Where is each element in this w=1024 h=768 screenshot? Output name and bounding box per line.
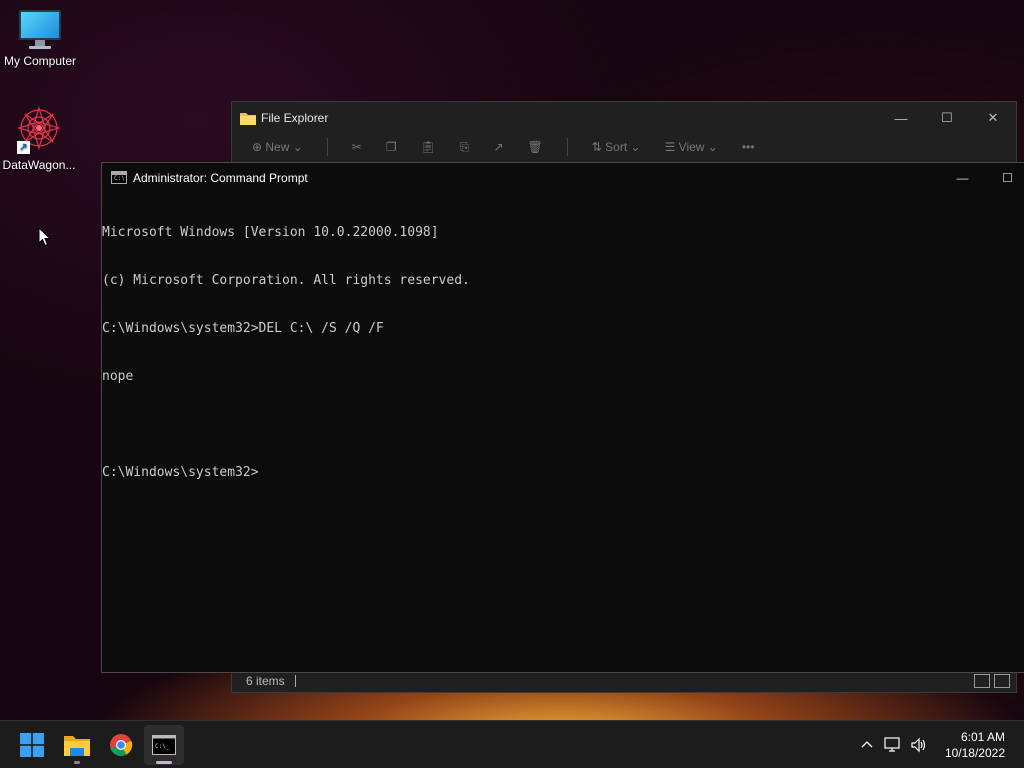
cut-icon[interactable]: ✂ [352, 140, 362, 154]
network-icon[interactable] [881, 733, 905, 757]
mouse-cursor-icon [38, 227, 52, 247]
explorer-statusbar: 6 items [232, 670, 1016, 692]
close-button[interactable]: ✕ [970, 102, 1016, 134]
svg-text:C:\_: C:\_ [155, 743, 170, 750]
more-options-button[interactable]: ••• [742, 140, 755, 154]
computer-icon [18, 10, 62, 50]
taskbar-command-prompt[interactable]: C:\_ [144, 725, 184, 765]
rename-icon[interactable]: ⎘ [460, 140, 470, 155]
explorer-title: File Explorer [261, 111, 329, 125]
start-button[interactable] [12, 725, 52, 765]
explorer-titlebar[interactable]: File Explorer — ☐ ✕ [232, 102, 1016, 134]
tiles-view-button[interactable] [994, 674, 1010, 688]
windows-logo-icon [20, 733, 44, 757]
new-button[interactable]: ⊕ New ⌄ [252, 140, 303, 154]
console-line: (c) Microsoft Corporation. All rights re… [102, 273, 470, 288]
paste-icon[interactable]: 📋︎ [421, 140, 436, 154]
clock-time: 6:01 AM [960, 730, 1005, 744]
shortcut-arrow-icon: ↗ [17, 141, 30, 154]
console-line: nope [102, 369, 134, 384]
explorer-toolbar: ⊕ New ⌄ ✂ ❐ 📋︎ ⎘ ↗ 🗑︎ ⇅ Sort ⌄ ☰ View ⌄ … [232, 134, 1016, 160]
console-line: Microsoft Windows [Version 10.0.22000.10… [102, 225, 439, 240]
clock-date: 10/18/2022 [944, 746, 1005, 760]
view-button[interactable]: ☰ View ⌄ [665, 140, 718, 154]
taskbar-chrome[interactable] [101, 725, 141, 765]
terminal-icon: C:\_ [152, 735, 176, 755]
command-prompt-window[interactable]: C:\ Administrator: Command Prompt — ☐ Mi… [101, 162, 1024, 673]
console-output[interactable]: Microsoft Windows [Version 10.0.22000.10… [102, 192, 1024, 513]
minimize-button[interactable]: — [940, 163, 985, 192]
taskbar-file-explorer[interactable] [57, 725, 97, 765]
volume-icon[interactable] [907, 733, 931, 757]
cmd-title: Administrator: Command Prompt [133, 170, 308, 185]
datawagon-icon: ↗ [15, 105, 63, 154]
maximize-button[interactable]: ☐ [985, 163, 1024, 192]
chevron-up-icon[interactable] [855, 733, 879, 757]
item-count: 6 items [246, 674, 285, 688]
desktop-icon-label: My Computer [3, 54, 77, 68]
system-tray: 6:01 AM 10/18/2022 [855, 721, 1024, 768]
taskbar: C:\_ 6:01 AM 10/18/2022 [0, 720, 1024, 768]
folder-icon [64, 736, 90, 756]
folder-icon [240, 112, 256, 125]
clock[interactable]: 6:01 AM 10/18/2022 [945, 729, 1005, 761]
minimize-button[interactable]: — [878, 102, 924, 134]
details-view-button[interactable] [974, 674, 990, 688]
sort-button[interactable]: ⇅ Sort ⌄ [592, 140, 641, 154]
chrome-icon [110, 734, 133, 757]
share-icon[interactable]: ↗ [493, 140, 503, 154]
delete-icon[interactable]: 🗑︎ [528, 140, 543, 154]
desktop-icon-datawagon[interactable]: ↗ DataWagon... [0, 105, 79, 172]
copy-icon[interactable]: ❐ [386, 140, 397, 154]
cmd-titlebar[interactable]: C:\ Administrator: Command Prompt — ☐ [102, 163, 1024, 192]
desktop-icon-label: DataWagon... [2, 158, 76, 172]
desktop-icon-my-computer[interactable]: My Computer [0, 10, 80, 68]
console-prompt-line[interactable]: C:\Windows\system32> [102, 465, 1024, 481]
terminal-icon: C:\ [111, 171, 127, 184]
maximize-button[interactable]: ☐ [924, 102, 970, 134]
console-line: C:\Windows\system32>DEL C:\ /S /Q /F [102, 321, 384, 336]
